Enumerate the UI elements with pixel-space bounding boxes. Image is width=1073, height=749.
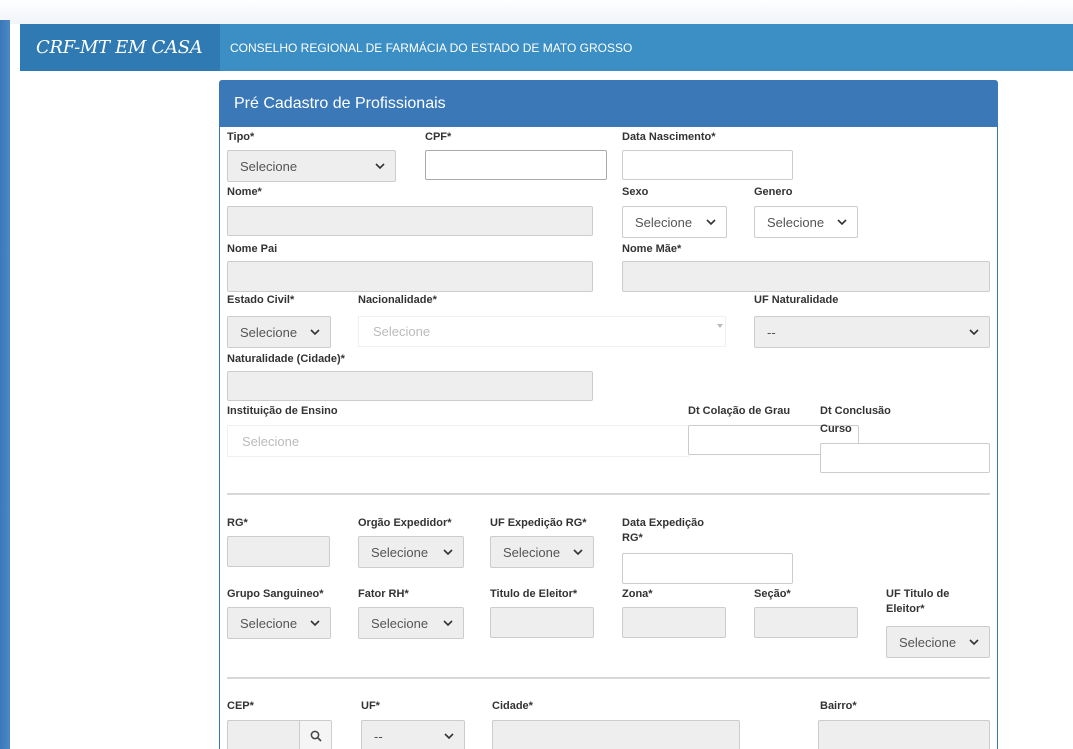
- bairro-label: Bairro*: [820, 700, 857, 712]
- uf-expedicao-rg-select[interactable]: Selecione: [490, 536, 594, 568]
- sexo-select-value: Selecione: [635, 214, 693, 230]
- uf-naturalidade-label: UF Naturalidade: [754, 294, 839, 306]
- data-expedicao-rg-input[interactable]: [622, 553, 793, 584]
- cidade-label: Cidade*: [492, 700, 533, 712]
- orgao-expedidor-label: Orgão Expedidor*: [358, 517, 452, 529]
- naturalidade-label: Naturalidade (Cidade)*: [227, 353, 345, 365]
- data-expedicao-rg-label-line1: Data Expedição: [622, 517, 704, 529]
- data-nascimento-label: Data Nascimento*: [622, 131, 716, 143]
- instituicao-select-value: Selecione: [242, 433, 300, 449]
- chevron-down-icon: [573, 549, 583, 556]
- rg-label: RG*: [227, 517, 248, 529]
- uf-titulo-select-value: Selecione: [899, 634, 957, 650]
- dt-conclusao-label-line1: Dt Conclusão: [820, 405, 891, 417]
- nacionalidade-select-value: Selecione: [373, 324, 431, 339]
- cep-search-button[interactable]: [299, 720, 332, 749]
- chevron-down-icon: [310, 329, 320, 336]
- estado-civil-select[interactable]: Selecione: [227, 316, 331, 348]
- top-navbar: CRF-MT EM CASA CONSELHO REGIONAL DE FARM…: [20, 24, 1073, 71]
- cep-label: CEP*: [227, 700, 254, 712]
- nacionalidade-label: Nacionalidade*: [358, 294, 437, 306]
- nome-input[interactable]: [227, 206, 593, 236]
- chevron-down-icon: [717, 324, 723, 328]
- rg-input[interactable]: [227, 536, 330, 567]
- grupo-sanguineo-select-value: Selecione: [240, 615, 298, 631]
- registration-panel: Pré Cadastro de Profissionais Tipo* Sele…: [219, 80, 998, 749]
- uf-expedicao-rg-select-value: Selecione: [503, 544, 561, 560]
- chevron-down-icon: [443, 620, 453, 627]
- genero-select-value: Selecione: [767, 214, 825, 230]
- uf-select[interactable]: --: [361, 720, 465, 749]
- data-nascimento-input[interactable]: [622, 150, 793, 180]
- chevron-down-icon: [375, 163, 385, 170]
- grupo-sanguineo-select[interactable]: Selecione: [227, 607, 331, 639]
- cep-input[interactable]: [227, 720, 300, 749]
- dt-conclusao-label-line2: Curso: [820, 423, 852, 435]
- chevron-down-icon: [443, 549, 453, 556]
- organization-title: CONSELHO REGIONAL DE FARMÁCIA DO ESTADO …: [230, 40, 633, 55]
- zona-input[interactable]: [622, 607, 726, 638]
- left-edge-accent: [0, 20, 10, 749]
- naturalidade-input[interactable]: [227, 371, 593, 401]
- estado-civil-label: Estado Civil*: [227, 294, 295, 306]
- nome-mae-label: Nome Mãe*: [622, 243, 682, 255]
- fator-rh-select[interactable]: Selecione: [358, 607, 464, 639]
- uf-expedicao-rg-label: UF Expedição RG*: [490, 517, 587, 529]
- sexo-select[interactable]: Selecione: [622, 206, 727, 238]
- panel-title: Pré Cadastro de Profissionais: [220, 81, 997, 127]
- nome-pai-label: Nome Pai: [227, 243, 278, 255]
- chevron-down-icon: [706, 219, 716, 226]
- section-divider: [227, 677, 990, 679]
- nome-pai-input[interactable]: [227, 261, 593, 292]
- tipo-label: Tipo*: [227, 131, 255, 143]
- uf-titulo-select[interactable]: Selecione: [886, 626, 990, 658]
- dt-conclusao-input[interactable]: [820, 443, 990, 473]
- chevron-down-icon: [969, 639, 979, 646]
- zona-label: Zona*: [622, 588, 653, 600]
- chevron-down-icon: [310, 620, 320, 627]
- fator-rh-select-value: Selecione: [371, 615, 429, 631]
- chevron-down-icon: [444, 733, 454, 740]
- brand-logo[interactable]: CRF-MT EM CASA: [20, 24, 220, 71]
- tipo-select[interactable]: Selecione: [227, 150, 396, 182]
- fator-rh-label: Fator RH*: [358, 588, 409, 600]
- instituicao-select[interactable]: Selecione: [227, 425, 689, 457]
- cidade-input[interactable]: [492, 720, 740, 749]
- uf-naturalidade-select[interactable]: --: [754, 316, 990, 348]
- data-expedicao-rg-label-line2: RG*: [622, 532, 643, 544]
- search-icon: [310, 730, 322, 742]
- uf-naturalidade-select-value: --: [767, 324, 776, 340]
- orgao-expedidor-select[interactable]: Selecione: [358, 536, 464, 568]
- nome-mae-input[interactable]: [622, 261, 990, 292]
- uf-titulo-label-line1: UF Titulo de: [886, 588, 950, 600]
- dt-colacao-label: Dt Colação de Grau: [688, 405, 791, 417]
- window-top-strip: [0, 0, 1073, 24]
- grupo-sanguineo-label: Grupo Sanguineo*: [227, 588, 324, 600]
- uf-titulo-label-line2: Eleitor*: [886, 603, 925, 615]
- secao-input[interactable]: [754, 607, 858, 638]
- secao-label: Seção*: [754, 588, 791, 600]
- chevron-down-icon: [837, 219, 847, 226]
- cpf-input[interactable]: [425, 150, 607, 180]
- uf-label: UF*: [361, 700, 380, 712]
- nacionalidade-select[interactable]: Selecione: [358, 316, 726, 347]
- genero-label: Genero: [754, 186, 793, 198]
- orgao-expedidor-select-value: Selecione: [371, 544, 429, 560]
- nome-label: Nome*: [227, 186, 262, 198]
- tipo-select-value: Selecione: [240, 158, 298, 174]
- titulo-eleitor-input[interactable]: [490, 607, 594, 638]
- section-divider: [227, 493, 990, 495]
- cpf-label: CPF*: [425, 131, 452, 143]
- chevron-down-icon: [969, 329, 979, 336]
- estado-civil-select-value: Selecione: [240, 324, 298, 340]
- titulo-eleitor-label: Titulo de Eleitor*: [490, 588, 578, 600]
- bairro-input[interactable]: [818, 720, 990, 749]
- genero-select[interactable]: Selecione: [754, 206, 858, 238]
- instituicao-label: Instituição de Ensino: [227, 405, 338, 417]
- sexo-label: Sexo: [622, 186, 649, 198]
- uf-select-value: --: [374, 728, 383, 744]
